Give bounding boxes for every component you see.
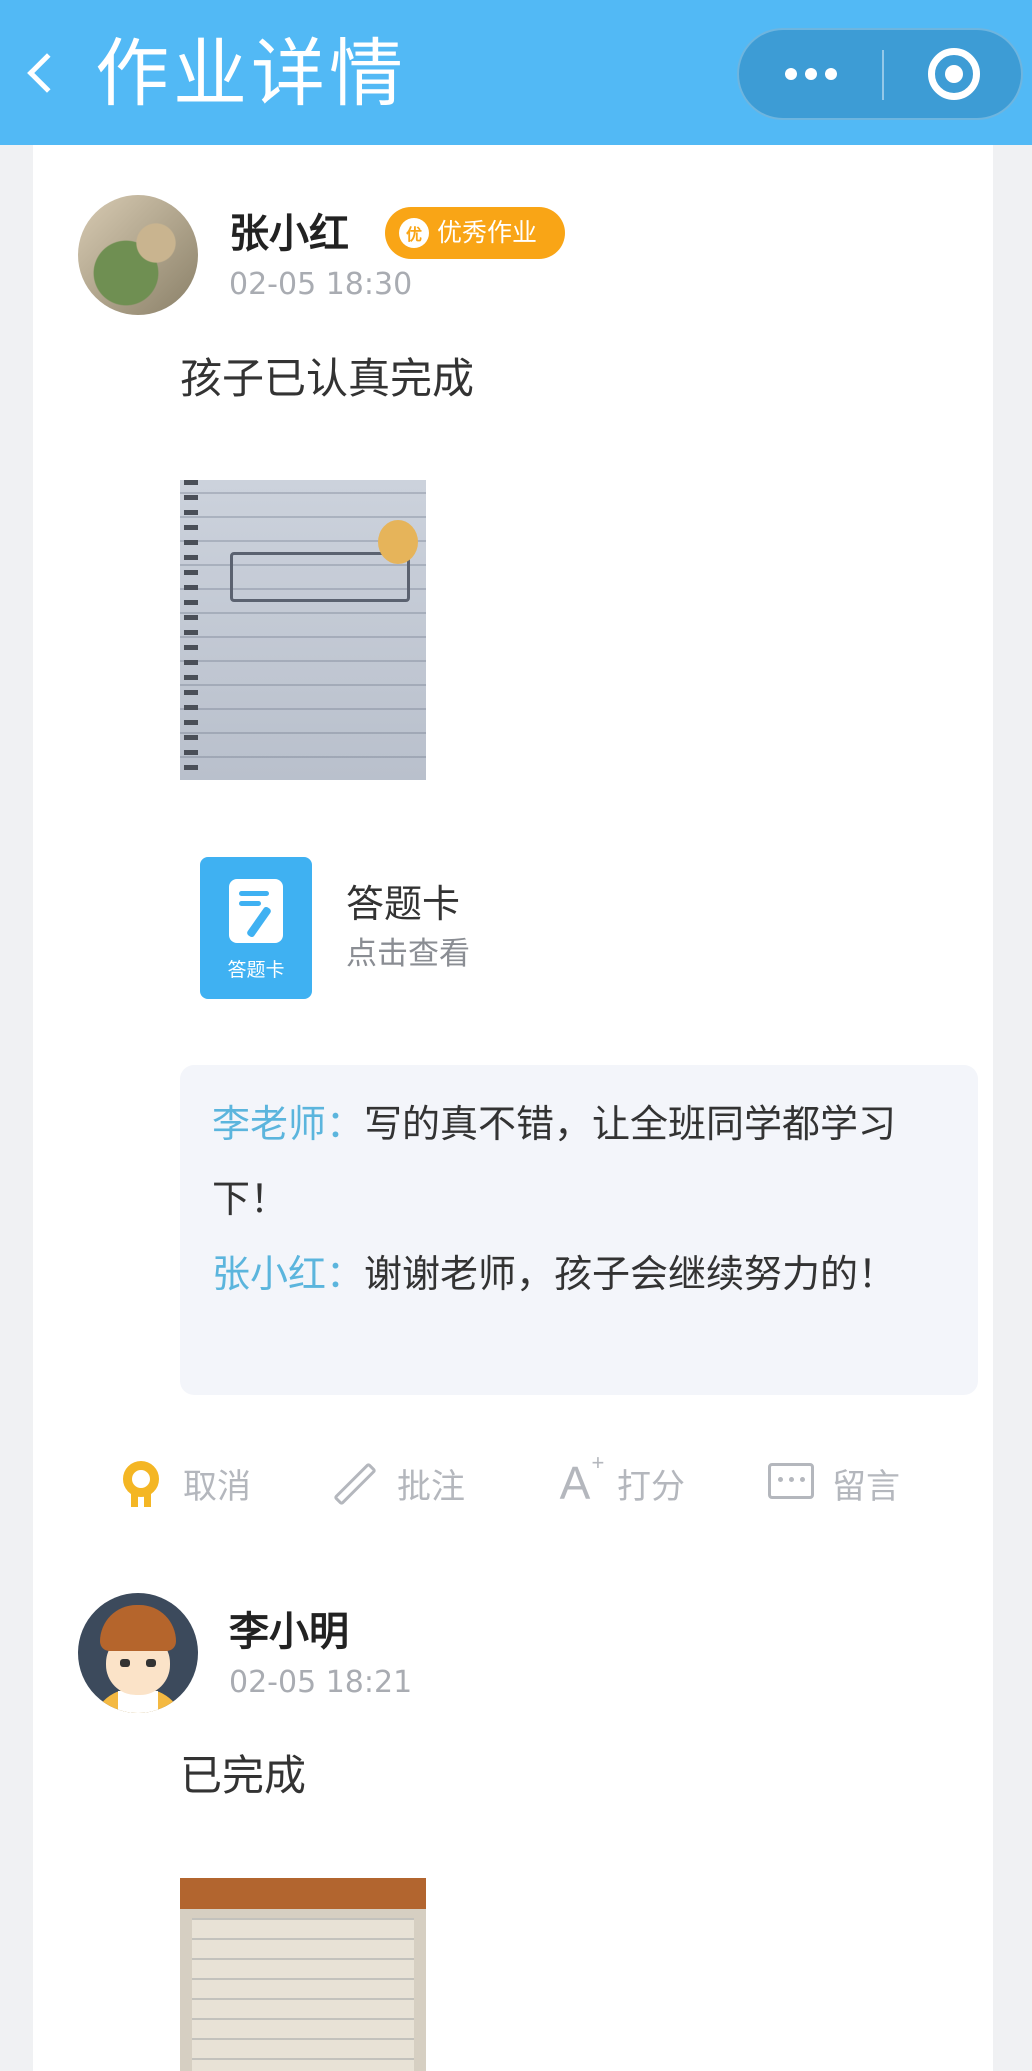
answer-sheet-icon (229, 879, 283, 943)
header-bar: 作业详情 (0, 0, 1032, 145)
badge-label: 优秀作业 (437, 218, 538, 247)
comment-author: 张小红： (212, 1252, 365, 1296)
post-text: 已完成 (180, 1751, 307, 1800)
comment-item[interactable]: 李老师：写的真不错，让全班同学都学习下！ (212, 1087, 954, 1237)
comment-icon (768, 1459, 814, 1507)
annotate-button[interactable]: 批注 (333, 1443, 465, 1523)
score-button[interactable]: A + 打分 (553, 1443, 685, 1523)
comment-text: 谢谢老师，孩子会继续努力的！ (364, 1252, 897, 1296)
chevron-left-icon (27, 53, 67, 93)
message-button[interactable]: 留言 (768, 1443, 900, 1523)
user-name: 李小明 (229, 1609, 349, 1655)
post-time: 02-05 18:30 (229, 267, 413, 302)
homework-photo[interactable] (180, 1878, 426, 2071)
action-bar: 取消 批注 A + 打分 留言 (33, 1443, 993, 1523)
answer-card-icon-label: 答题卡 (227, 959, 285, 981)
homework-photo[interactable] (180, 480, 426, 780)
excellent-homework-badge: 优 优秀作业 (385, 207, 565, 259)
comment-item[interactable]: 张小红：谢谢老师，孩子会继续努力的！ (212, 1237, 954, 1312)
action-label: 批注 (397, 1466, 465, 1507)
mini-program-capsule (737, 28, 1023, 120)
cancel-excellent-button[interactable]: 取消 (119, 1443, 251, 1523)
back-button[interactable] (10, 38, 70, 108)
page-title: 作业详情 (95, 31, 407, 117)
target-close-icon (927, 48, 980, 100)
homework-feed-card: 张小红 优 优秀作业 02-05 18:30 孩子已认真完成 答题卡 答题卡 点… (33, 145, 993, 2071)
avatar[interactable] (78, 195, 198, 315)
more-button[interactable] (739, 30, 882, 118)
answer-card-subtitle[interactable]: 点击查看 (346, 935, 470, 973)
answer-card-button[interactable]: 答题卡 (200, 857, 312, 999)
close-button[interactable] (884, 30, 1023, 118)
action-label: 取消 (183, 1466, 251, 1507)
avatar[interactable] (78, 1593, 198, 1713)
excellent-icon: 优 (399, 218, 429, 248)
comment-list: 李老师：写的真不错，让全班同学都学习下！ 张小红：谢谢老师，孩子会继续努力的！ (180, 1065, 978, 1395)
action-label: 打分 (617, 1466, 685, 1507)
answer-card-title[interactable]: 答题卡 (346, 881, 460, 927)
post-time: 02-05 18:21 (229, 1665, 413, 1700)
score-icon: A + (559, 1450, 605, 1509)
action-label: 留言 (832, 1466, 900, 1507)
more-dots-icon (784, 68, 797, 80)
user-name: 张小红 (229, 211, 349, 257)
comment-author: 李老师： (212, 1102, 365, 1146)
medal-icon (119, 1459, 163, 1507)
pencil-icon (333, 1459, 377, 1507)
post-text: 孩子已认真完成 (180, 354, 475, 403)
